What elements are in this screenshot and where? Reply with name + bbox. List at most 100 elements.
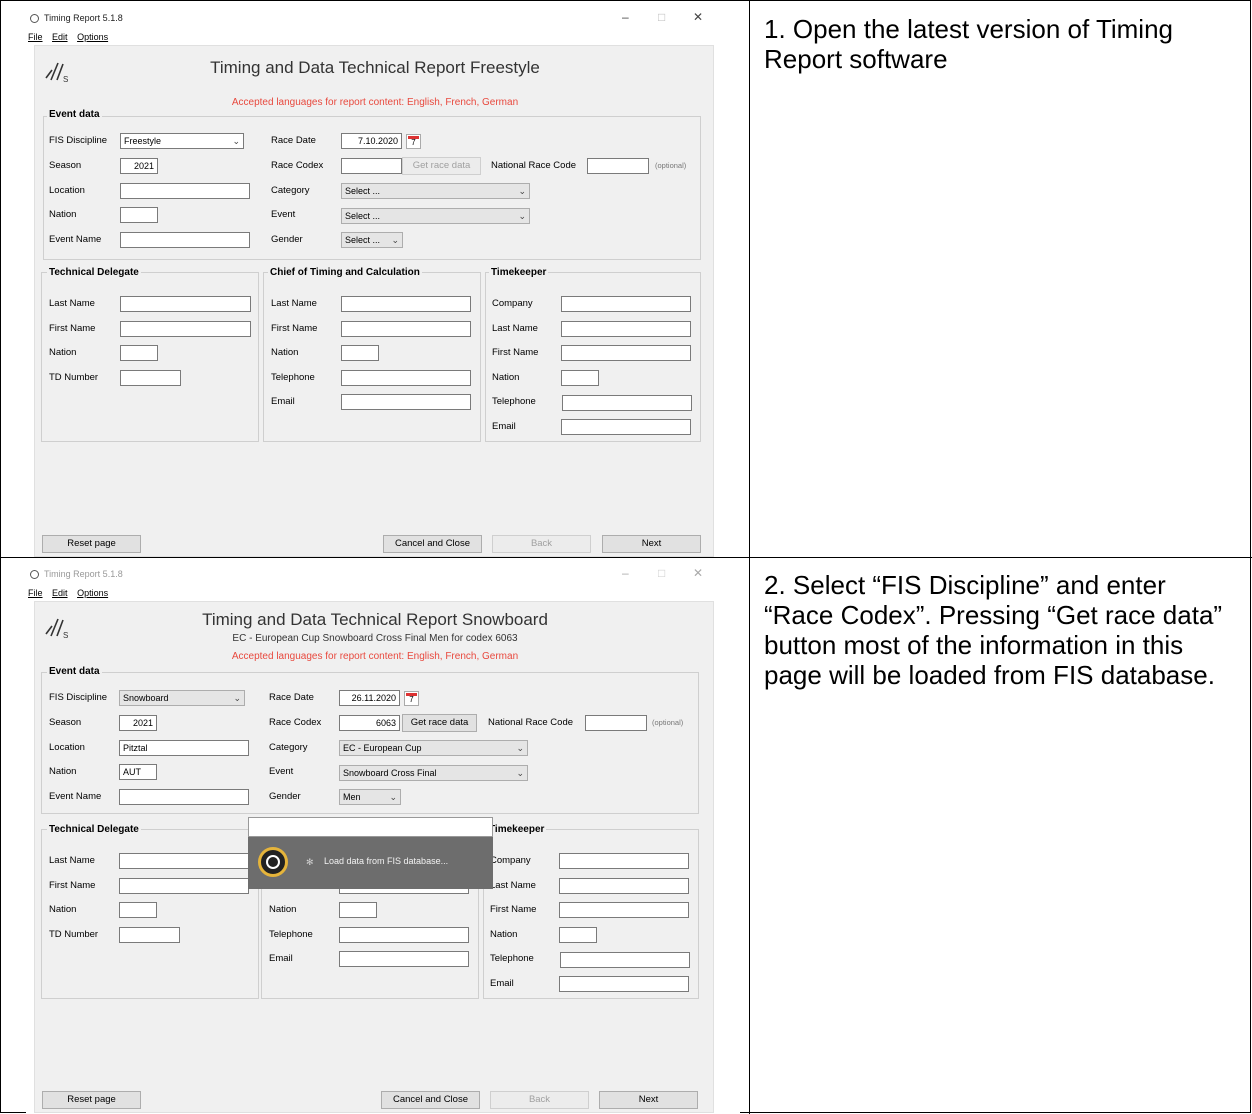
loading-dialog-header: [248, 817, 493, 837]
event-name-label: Event Name: [49, 234, 102, 245]
category-select[interactable]: EC - European Cup ⌄: [339, 740, 528, 756]
ct-email-input[interactable]: [341, 394, 471, 410]
ct-nation-input[interactable]: [341, 345, 379, 361]
td-number-input[interactable]: [119, 927, 180, 943]
ct-telephone-input[interactable]: [339, 927, 469, 943]
get-race-data-button[interactable]: Get race data: [402, 157, 481, 175]
td-last-name-input[interactable]: [120, 296, 251, 312]
get-race-data-button[interactable]: Get race data: [402, 714, 477, 732]
menu-options[interactable]: Options: [77, 588, 108, 598]
race-codex-input[interactable]: 6063: [339, 715, 400, 731]
nation-label: Nation: [49, 766, 77, 777]
ct-telephone-input[interactable]: [341, 370, 471, 386]
race-date-input[interactable]: 7.10.2020: [341, 133, 402, 149]
tk-email-input[interactable]: [561, 419, 691, 435]
location-input[interactable]: [120, 183, 250, 199]
maximize-button[interactable]: □: [658, 566, 665, 580]
stopwatch-icon: [258, 847, 288, 877]
td-last-name-label: Last Name: [49, 298, 95, 309]
event-name-input[interactable]: [120, 232, 250, 248]
technical-delegate-heading: Technical Delegate: [47, 267, 141, 278]
td-nation-label: Nation: [49, 347, 77, 358]
ct-nation-input[interactable]: [339, 902, 377, 918]
tk-telephone-input[interactable]: [560, 952, 690, 968]
menu-edit[interactable]: Edit: [52, 32, 68, 42]
minimize-button[interactable]: –: [622, 566, 629, 580]
td-nation-input[interactable]: [120, 345, 158, 361]
tk-last-name-label: Last Name: [492, 323, 538, 334]
report-title: Timing and Data Technical Report Snowboa…: [202, 610, 548, 629]
chevron-down-icon: ⌄: [232, 136, 240, 146]
chevron-down-icon: ⌄: [518, 186, 526, 196]
reset-page-button[interactable]: Reset page: [42, 535, 141, 553]
gender-select[interactable]: Men ⌄: [339, 789, 401, 805]
tk-nation-input[interactable]: [559, 927, 597, 943]
race-codex-label: Race Codex: [271, 160, 324, 171]
calendar-icon[interactable]: 7: [406, 134, 421, 149]
table-row-divider: [0, 557, 1252, 558]
tk-telephone-label: Telephone: [492, 396, 536, 407]
tk-last-name-input[interactable]: [561, 321, 691, 337]
race-codex-input[interactable]: [341, 158, 402, 174]
tk-first-name-input[interactable]: [559, 902, 689, 918]
ct-last-name-input[interactable]: [341, 296, 471, 312]
fis-discipline-value: Snowboard: [123, 693, 169, 703]
tk-email-input[interactable]: [559, 976, 689, 992]
ct-email-label: Email: [269, 953, 293, 964]
td-number-input[interactable]: [120, 370, 181, 386]
national-race-code-input[interactable]: [587, 158, 649, 174]
category-label: Category: [269, 742, 308, 753]
menu-options[interactable]: Options: [77, 32, 108, 42]
fis-discipline-select[interactable]: Snowboard ⌄: [119, 690, 245, 706]
ct-email-label: Email: [271, 396, 295, 407]
title-bar: Timing Report 5.1.8 – □ ✕: [26, 8, 740, 30]
back-button[interactable]: Back: [490, 1091, 589, 1109]
menu-file[interactable]: File: [28, 32, 43, 42]
ct-email-input[interactable]: [339, 951, 469, 967]
report-content: S Timing and Data Technical Report Snowb…: [34, 601, 714, 1113]
season-input[interactable]: 2021: [119, 715, 157, 731]
tk-nation-input[interactable]: [561, 370, 599, 386]
menu-file[interactable]: File: [28, 588, 43, 598]
minimize-button[interactable]: –: [622, 10, 629, 24]
gender-select[interactable]: Select ... ⌄: [341, 232, 403, 248]
race-date-label: Race Date: [269, 692, 314, 703]
event-select[interactable]: Snowboard Cross Final ⌄: [339, 765, 528, 781]
back-button[interactable]: Back: [492, 535, 591, 553]
season-input[interactable]: 2021: [120, 158, 158, 174]
next-button[interactable]: Next: [602, 535, 701, 553]
ct-first-name-input[interactable]: [341, 321, 471, 337]
tk-last-name-input[interactable]: [559, 878, 689, 894]
event-value: Snowboard Cross Final: [343, 768, 437, 778]
td-first-name-input[interactable]: [120, 321, 251, 337]
cancel-and-close-button[interactable]: Cancel and Close: [383, 535, 482, 553]
ct-last-name-label: Last Name: [271, 298, 317, 309]
event-name-input[interactable]: [119, 789, 249, 805]
td-first-name-input[interactable]: [119, 878, 249, 894]
race-date-input[interactable]: 26.11.2020: [339, 690, 400, 706]
tk-company-input[interactable]: [561, 296, 691, 312]
location-input[interactable]: Pitztal: [119, 740, 249, 756]
tk-company-input[interactable]: [559, 853, 689, 869]
nation-input[interactable]: [120, 207, 158, 223]
tk-first-name-input[interactable]: [561, 345, 691, 361]
reset-page-button[interactable]: Reset page: [42, 1091, 141, 1109]
next-button[interactable]: Next: [599, 1091, 698, 1109]
close-button[interactable]: ✕: [693, 10, 703, 24]
cancel-and-close-button[interactable]: Cancel and Close: [381, 1091, 480, 1109]
race-date-label: Race Date: [271, 135, 316, 146]
chevron-down-icon: ⌄: [516, 743, 524, 753]
fis-discipline-select[interactable]: Freestyle ⌄: [120, 133, 244, 149]
tk-nation-label: Nation: [492, 372, 520, 383]
td-last-name-input[interactable]: [119, 853, 249, 869]
td-nation-input[interactable]: [119, 902, 157, 918]
event-select[interactable]: Select ... ⌄: [341, 208, 530, 224]
close-button[interactable]: ✕: [693, 566, 703, 580]
calendar-icon[interactable]: 7: [404, 691, 419, 706]
national-race-code-input[interactable]: [585, 715, 647, 731]
maximize-button[interactable]: □: [658, 10, 665, 24]
tk-telephone-input[interactable]: [562, 395, 692, 411]
menu-edit[interactable]: Edit: [52, 588, 68, 598]
category-select[interactable]: Select ... ⌄: [341, 183, 530, 199]
nation-input[interactable]: AUT: [119, 764, 157, 780]
